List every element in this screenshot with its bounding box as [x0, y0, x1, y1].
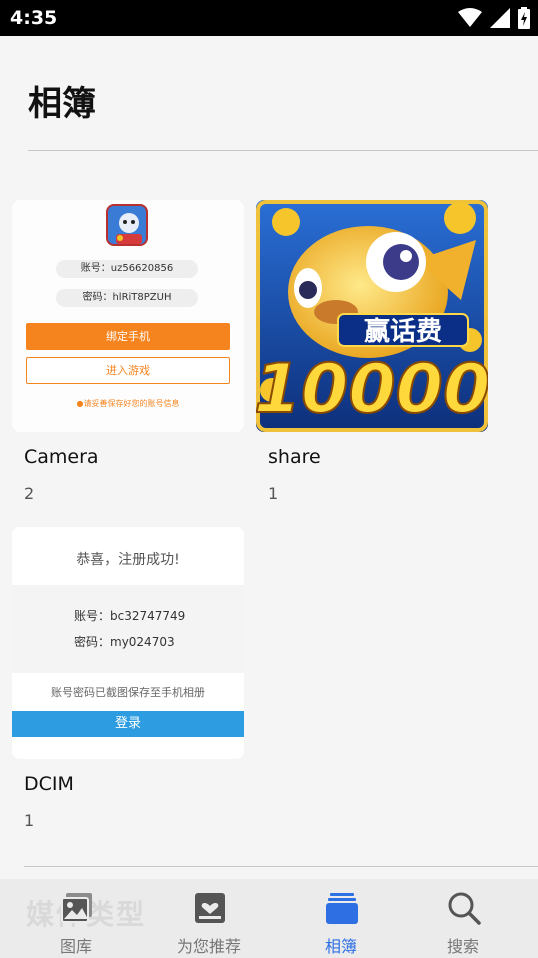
page-title: 相簿	[28, 84, 96, 124]
tab-label: 为您推荐	[176, 937, 241, 956]
tab-recommend[interactable]: 为您推荐	[154, 879, 264, 958]
album-count: 2	[24, 484, 35, 503]
album-count: 1	[268, 484, 279, 503]
signal-icon	[490, 8, 510, 28]
tab-search[interactable]: 搜索	[408, 879, 518, 958]
bottom-tab-bar: 媒体类型 图库 为您推荐 相簿 搜索	[0, 879, 538, 958]
tab-label: 图库	[59, 937, 92, 956]
screenshot-note: 账号密码已截图保存至手机相册	[51, 686, 205, 699]
credentials-panel: 账号：bc32747749 密码：my024703	[12, 585, 244, 673]
divider	[24, 866, 538, 867]
album-camera[interactable]: 账号：uz56620856 密码：hlRiT8PZUH 绑定手机 进入游戏 ●请…	[12, 200, 244, 503]
battery-icon	[518, 7, 530, 29]
svg-text:10000: 10000	[256, 350, 488, 429]
account-pill: 账号：uz56620856	[56, 260, 198, 278]
save-tip: ●请妥善保存好您的账号信息	[12, 398, 244, 409]
divider	[28, 150, 538, 151]
fish-game-artwork: 赢话费 10000	[256, 200, 488, 432]
tab-label: 相簿	[324, 937, 357, 956]
login-button: 登录	[12, 711, 244, 737]
search-icon	[448, 892, 481, 925]
account-line: 账号：bc32747749	[74, 609, 186, 623]
album-name: Camera	[24, 446, 99, 468]
save-tip-text: 请妥善保存好您的账号信息	[83, 399, 180, 408]
enter-game-button: 进入游戏	[26, 357, 230, 384]
tab-albums[interactable]: 相簿	[286, 879, 396, 958]
register-heading: 恭喜，注册成功!	[12, 527, 244, 585]
wifi-icon	[458, 8, 482, 27]
tab-gallery[interactable]: 图库	[21, 879, 131, 958]
album-thumbnail[interactable]: 恭喜，注册成功! 账号：bc32747749 密码：my024703 账号密码已…	[12, 527, 244, 759]
gallery-icon	[61, 893, 92, 923]
game-app-icon	[106, 204, 148, 246]
album-name: share	[268, 446, 321, 468]
tab-label: 搜索	[446, 937, 479, 956]
recommend-icon	[195, 893, 225, 923]
album-name: DCIM	[24, 773, 74, 795]
album-thumbnail[interactable]: 赢话费 10000	[256, 200, 488, 432]
password-line: 密码：my024703	[74, 635, 175, 649]
album-dcim[interactable]: 恭喜，注册成功! 账号：bc32747749 密码：my024703 账号密码已…	[12, 527, 244, 830]
status-bar: 4:35	[0, 0, 538, 36]
albums-icon	[326, 893, 358, 924]
album-count: 1	[24, 811, 35, 830]
album-thumbnail[interactable]: 账号：uz56620856 密码：hlRiT8PZUH 绑定手机 进入游戏 ●请…	[12, 200, 244, 432]
status-icons	[458, 7, 530, 29]
status-time: 4:35	[10, 7, 58, 29]
album-share[interactable]: 赢话费 10000 share 1	[256, 200, 488, 503]
svg-text:赢话费: 赢话费	[364, 316, 442, 347]
bind-phone-button: 绑定手机	[26, 323, 230, 350]
password-pill: 密码：hlRiT8PZUH	[56, 289, 198, 307]
